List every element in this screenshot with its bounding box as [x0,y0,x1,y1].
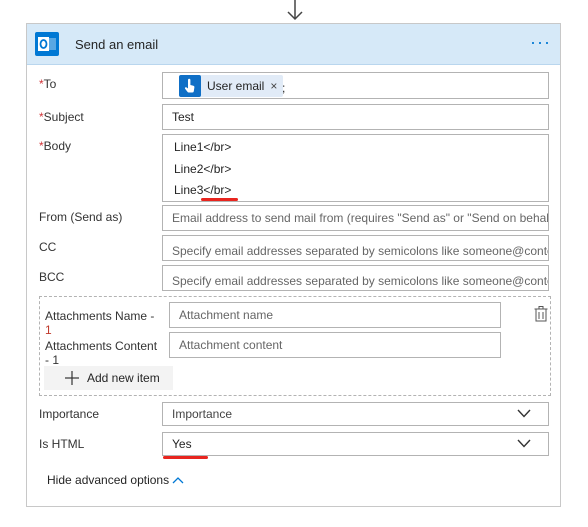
cc-label: CC [39,240,57,254]
hide-advanced-options-link[interactable]: Hide advanced options [47,473,184,487]
token-label: User email [207,79,265,93]
chevron-up-icon [172,477,184,484]
attachments-name-label: Attachments Name - 1 [45,309,155,337]
body-editor[interactable]: Line1</br> Line2</br> Line3</br> [162,134,549,202]
more-options-icon[interactable]: ··· [530,33,551,51]
attachment-name-input[interactable]: Attachment name [169,302,501,328]
outlook-icon [35,32,59,56]
body-line: Line1</br> [174,140,232,154]
add-new-item-button[interactable]: Add new item [44,366,173,390]
is-html-dropdown[interactable]: Yes [162,432,549,456]
importance-label: Importance [39,407,100,421]
chevron-down-icon [517,409,531,418]
recipient-separator: ; [282,81,286,95]
send-email-action-card: Send an email ··· *To User email × ; *Su… [26,23,561,507]
attachment-content-input[interactable]: Attachment content [169,332,501,358]
body-line: Line2</br> [174,162,232,176]
card-title: Send an email [75,37,159,52]
importance-value: Importance [172,407,233,421]
hand-pointer-icon [179,75,201,97]
body-label: *Body [39,139,72,153]
from-input[interactable]: Email address to send mail from (require… [162,205,549,231]
is-html-value: Yes [172,437,192,451]
subject-label: *Subject [39,110,84,124]
chevron-down-icon [517,439,531,448]
trash-icon[interactable] [534,306,548,322]
plus-icon [65,371,79,385]
card-header[interactable]: Send an email ··· [27,24,560,65]
attachments-content-label: Attachments Content - 1 [45,339,158,367]
red-underline-annotation [163,456,208,459]
from-label: From (Send as) [39,210,123,224]
add-new-item-label: Add new item [87,371,160,385]
bcc-input[interactable]: Specify email addresses separated by sem… [162,265,549,291]
is-html-label: Is HTML [39,437,85,451]
attachments-group: Attachments Name - 1 Attachment name Att… [39,296,551,396]
red-underline-annotation [201,198,238,201]
cc-input[interactable]: Specify email addresses separated by sem… [162,235,549,261]
importance-dropdown[interactable]: Importance [162,402,549,426]
down-arrow-icon [287,0,303,21]
user-email-token[interactable]: User email × [179,75,284,97]
subject-input[interactable]: Test [162,104,549,130]
body-line: Line3</br> [174,183,232,197]
bcc-label: BCC [39,270,65,284]
to-label: *To [39,77,57,91]
hide-advanced-options-label: Hide advanced options [47,473,170,487]
